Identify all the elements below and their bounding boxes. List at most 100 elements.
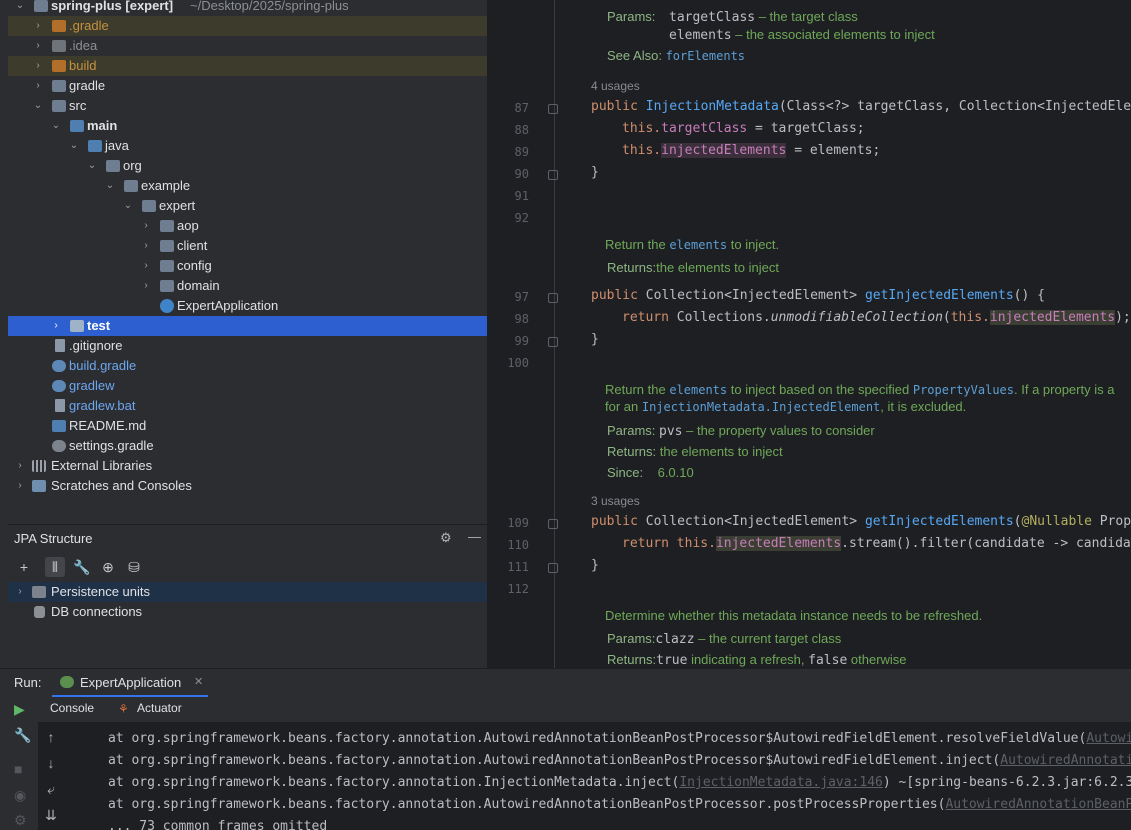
chevron-right-icon[interactable]: ›	[32, 56, 44, 76]
usages-hint[interactable]: 4 usages	[591, 79, 640, 93]
javadoc-param-1: targetClass – the target class	[669, 9, 858, 25]
fold-marker-icon[interactable]	[548, 519, 558, 529]
package-icon	[160, 280, 174, 292]
file-icon	[55, 339, 65, 352]
tree-item-aop[interactable]: › aop	[8, 216, 487, 236]
persistence-icon	[32, 586, 46, 598]
line-number: 90	[514, 167, 529, 181]
tree-item-gitignore[interactable]: .gitignore	[8, 336, 487, 356]
tree-item-root[interactable]: ⌄ spring-plus [expert] ~/Desktop/2025/sp…	[8, 0, 487, 16]
code-line-111: }	[591, 558, 599, 573]
tree-item-expert[interactable]: ⌄ expert	[8, 196, 487, 216]
chevron-right-icon[interactable]: ›	[14, 582, 26, 602]
chevron-right-icon[interactable]: ›	[140, 276, 152, 296]
line-number: 109	[507, 516, 529, 530]
database-icon	[34, 606, 45, 618]
run-icon[interactable]: ▶	[14, 701, 25, 718]
arrow-up-icon[interactable]: ↑	[42, 729, 60, 745]
chevron-down-icon[interactable]: ⌄	[122, 196, 134, 216]
tree-item-org[interactable]: ⌄ org	[8, 156, 487, 176]
scratches-icon	[32, 480, 46, 492]
chevron-right-icon[interactable]: ›	[14, 456, 26, 476]
tree-item-label: main	[87, 118, 118, 133]
close-icon[interactable]: ✕	[194, 675, 203, 688]
tree-item-client[interactable]: › client	[8, 236, 487, 256]
camera-icon[interactable]: ◉	[14, 787, 26, 804]
tree-item-config[interactable]: › config	[8, 256, 487, 276]
scroll-to-end-icon[interactable]: ⇊	[42, 807, 60, 824]
chevron-down-icon[interactable]: ⌄	[14, 0, 26, 16]
chevron-right-icon[interactable]: ›	[140, 216, 152, 236]
usages-hint[interactable]: 3 usages	[591, 494, 640, 508]
chevron-right-icon[interactable]: ›	[14, 476, 26, 496]
fold-marker-icon[interactable]	[548, 104, 558, 114]
chevron-right-icon[interactable]: ›	[140, 236, 152, 256]
soft-wrap-icon[interactable]: ⤶	[42, 781, 60, 798]
spring-run-icon	[60, 676, 74, 688]
fold-marker-icon[interactable]	[548, 293, 558, 303]
tree-item-label: Persistence units	[51, 584, 150, 599]
tree-item-idea[interactable]: › .idea	[8, 36, 487, 56]
fold-marker-icon[interactable]	[548, 563, 558, 573]
javadoc-returns: Returns:the elements to inject	[607, 260, 779, 275]
tree-item-test[interactable]: › test	[8, 316, 487, 336]
add-icon[interactable]: +	[14, 557, 34, 577]
javadoc-summary-cont: for an InjectionMetadata.InjectedElement…	[605, 399, 967, 414]
console-line: at org.springframework.beans.factory.ann…	[108, 753, 1131, 768]
arrow-down-icon[interactable]: ↓	[42, 755, 60, 771]
tree-item-scratches[interactable]: › Scratches and Consoles	[8, 476, 487, 496]
actuator-icon: ⚘	[118, 702, 129, 716]
fold-marker-icon[interactable]	[548, 337, 558, 347]
tab-actuator[interactable]: Actuator	[137, 701, 182, 715]
jpa-item-persistence-units[interactable]: › Persistence units	[8, 582, 487, 602]
settings-icon[interactable]: ⚙	[14, 812, 27, 829]
tree-item-src[interactable]: ⌄ src	[8, 96, 487, 116]
tree-item-main[interactable]: ⌄ main	[8, 116, 487, 136]
wrench-icon[interactable]: 🔧	[72, 557, 92, 577]
stop-icon[interactable]: ■	[14, 761, 22, 777]
jpa-item-db-connections[interactable]: DB connections	[8, 602, 487, 622]
line-number: 100	[507, 356, 529, 370]
gear-icon[interactable]: ⚙	[440, 530, 452, 546]
structure-icon[interactable]: ⦀	[45, 557, 65, 577]
chevron-down-icon[interactable]: ⌄	[104, 176, 116, 196]
tree-item-label: expert	[159, 198, 196, 213]
chevron-right-icon[interactable]: ›	[32, 36, 44, 56]
tree-item-gradle-dir[interactable]: › .gradle	[8, 16, 487, 36]
code-editor[interactable]: Params: targetClass – the target class e…	[487, 0, 1131, 668]
wrench-icon[interactable]: 🔧	[14, 727, 31, 744]
tree-item-example[interactable]: ⌄ example	[8, 176, 487, 196]
tree-item-build-gradle[interactable]: build.gradle	[8, 356, 487, 376]
chevron-down-icon[interactable]: ⌄	[32, 96, 44, 116]
project-tree: ⌄ spring-plus [expert] ~/Desktop/2025/sp…	[8, 0, 487, 524]
chevron-right-icon[interactable]: ›	[32, 76, 44, 96]
tree-item-external-libraries[interactable]: › External Libraries	[8, 456, 487, 476]
chevron-right-icon[interactable]: ›	[140, 256, 152, 276]
fold-marker-icon[interactable]	[548, 170, 558, 180]
target-icon[interactable]: ⊕	[98, 557, 118, 577]
javadoc-params: Params:clazz – the current target class	[607, 631, 842, 647]
tree-item-domain[interactable]: › domain	[8, 276, 487, 296]
minimize-icon[interactable]: —	[468, 529, 481, 544]
tree-item-readme[interactable]: README.md	[8, 416, 487, 436]
chevron-down-icon[interactable]: ⌄	[50, 116, 62, 136]
chevron-right-icon[interactable]: ›	[50, 316, 62, 336]
tree-item-gradlew-bat[interactable]: gradlew.bat	[8, 396, 487, 416]
db-console-icon[interactable]: ⛁	[124, 557, 144, 577]
chevron-down-icon[interactable]: ⌄	[86, 156, 98, 176]
chevron-down-icon[interactable]: ⌄	[68, 136, 80, 156]
tree-item-expert-application[interactable]: ExpertApplication	[8, 296, 487, 316]
console-output[interactable]: ↑ ↓ ⤶ ⇊ at org.springframework.beans.fac…	[38, 723, 1131, 830]
tab-console[interactable]: Console	[50, 701, 94, 715]
javadoc-params: Params: pvs – the property values to con…	[607, 423, 875, 439]
tree-item-settings-gradle[interactable]: settings.gradle	[8, 436, 487, 456]
tree-item-gradlew[interactable]: gradlew	[8, 376, 487, 396]
tree-item-label: gradlew.bat	[69, 398, 136, 413]
folder-icon	[52, 80, 66, 92]
see-also-link[interactable]: forElements	[666, 49, 745, 63]
run-tab-expert-application[interactable]: ExpertApplication ✕	[52, 669, 208, 697]
tree-item-build[interactable]: › build	[8, 56, 487, 76]
tree-item-java[interactable]: ⌄ java	[8, 136, 487, 156]
tree-item-gradle[interactable]: › gradle	[8, 76, 487, 96]
chevron-right-icon[interactable]: ›	[32, 16, 44, 36]
